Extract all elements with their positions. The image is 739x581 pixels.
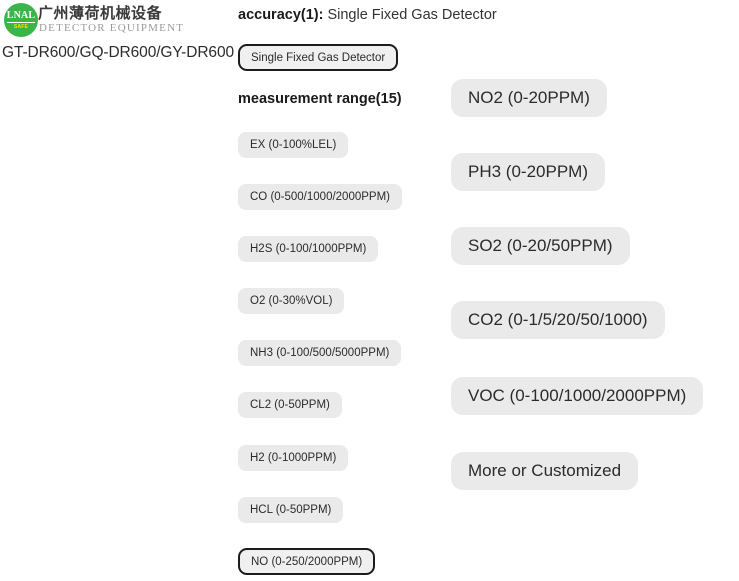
logo-text: LNAL — [6, 9, 36, 23]
chip-range-no[interactable]: NO (0-250/2000PPM) — [238, 548, 376, 575]
chip-range-co2[interactable]: CO2 (0-1/5/20/50/1000) — [451, 301, 665, 339]
chip-label: CL2 (0-50PPM) — [250, 399, 330, 411]
chip-label: NH3 (0-100/500/5000PPM) — [250, 347, 390, 359]
chip-label: VOC (0-100/1000/2000PPM) — [468, 386, 687, 405]
chip-label: PH3 (0-20PPM) — [468, 162, 588, 181]
accuracy-label: accuracy(1): — [238, 7, 324, 23]
chip-range-co[interactable]: CO (0-500/1000/2000PPM) — [238, 184, 402, 210]
chip-range-voc[interactable]: VOC (0-100/1000/2000PPM) — [451, 377, 704, 415]
chip-label: NO (0-250/2000PPM) — [251, 555, 363, 568]
chip-range-no2[interactable]: NO2 (0-20PPM) — [451, 79, 607, 117]
chip-label: H2S (0-100/1000PPM) — [250, 243, 367, 255]
chip-label: SO2 (0-20/50PPM) — [468, 236, 613, 255]
chip-range-more-or-customized[interactable]: More or Customized — [451, 452, 639, 490]
chip-label: CO (0-500/1000/2000PPM) — [250, 191, 390, 203]
chip-range-hcl[interactable]: HCL (0-50PPM) — [238, 497, 344, 523]
chip-label: CO2 (0-1/5/20/50/1000) — [468, 310, 648, 329]
company-logo-icon: LNAL SAFE — [4, 3, 38, 37]
company-name-english: DETECTOR EQUIPMENT — [39, 22, 185, 34]
logo-badge-text: SAFE — [13, 23, 29, 30]
chip-label: H2 (0-1000PPM) — [250, 452, 337, 464]
chip-label: Single Fixed Gas Detector — [251, 51, 386, 64]
chip-range-ex[interactable]: EX (0-100%LEL) — [238, 132, 349, 158]
company-name-chinese: 广州薄荷机械设备 — [38, 5, 163, 22]
chip-accuracy-single-fixed-gas-detector[interactable]: Single Fixed Gas Detector — [238, 44, 399, 71]
chip-range-ph3[interactable]: PH3 (0-20PPM) — [451, 153, 605, 191]
chip-range-nh3[interactable]: NH3 (0-100/500/5000PPM) — [238, 340, 402, 366]
chip-label: O2 (0-30%VOL) — [250, 295, 333, 307]
accuracy-value: Single Fixed Gas Detector — [327, 7, 497, 23]
chip-range-so2[interactable]: SO2 (0-20/50PPM) — [451, 227, 630, 265]
chip-range-h2[interactable]: H2 (0-1000PPM) — [238, 445, 349, 471]
chip-label: EX (0-100%LEL) — [250, 139, 337, 151]
chip-range-h2s[interactable]: H2S (0-100/1000PPM) — [238, 236, 379, 262]
measurement-range-heading: measurement range(15) — [238, 91, 402, 107]
product-model: GT-DR600/GQ-DR600/GY-DR600 — [2, 44, 234, 61]
brand-block: LNAL SAFE 广州薄荷机械设备 DETECTOR EQUIPMENT — [0, 0, 230, 75]
accuracy-heading: accuracy(1): Single Fixed Gas Detector — [238, 7, 497, 23]
chip-range-o2[interactable]: O2 (0-30%VOL) — [238, 288, 345, 314]
chip-label: NO2 (0-20PPM) — [468, 88, 590, 107]
chip-label: More or Customized — [468, 461, 622, 480]
chip-range-cl2[interactable]: CL2 (0-50PPM) — [238, 392, 342, 418]
chip-label: HCL (0-50PPM) — [250, 504, 332, 516]
